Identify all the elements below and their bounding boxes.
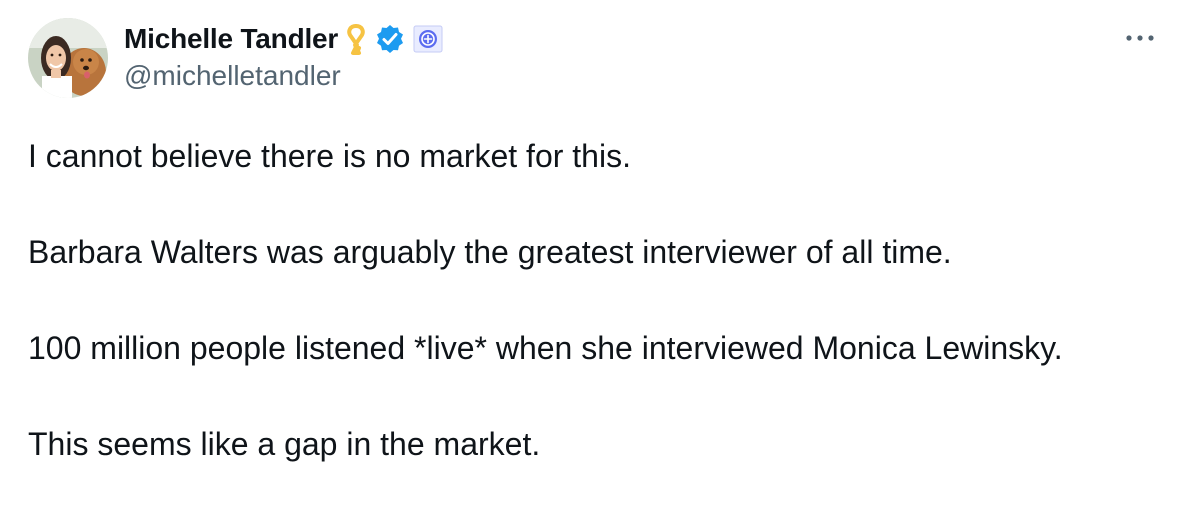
tweet-paragraph: This seems like a gap in the market. <box>28 426 541 462</box>
more-options-button[interactable] <box>1120 22 1160 54</box>
avatar[interactable] <box>28 18 108 98</box>
verified-checkmark-icon[interactable] <box>374 23 406 55</box>
author-handle[interactable]: @michelletandler <box>124 60 341 92</box>
tweet-paragraph: I cannot believe there is no market for … <box>28 138 631 174</box>
more-options-icon <box>1126 35 1154 41</box>
tweet-text: I cannot believe there is no market for … <box>28 132 1148 468</box>
tweet-paragraph: 100 million people listened *live* when … <box>28 330 1063 366</box>
avatar-photo <box>28 18 108 98</box>
tweet-paragraph: Barbara Walters was arguably the greates… <box>28 234 952 270</box>
author-display-name[interactable]: Michelle Tandler <box>124 23 338 55</box>
tweet-card: Michelle Tandler @michelletandler I cann… <box>0 0 1184 532</box>
yellow-ribbon-icon <box>344 23 368 55</box>
author-name-row: Michelle Tandler <box>124 20 444 58</box>
affiliate-badge-icon[interactable] <box>412 23 444 55</box>
